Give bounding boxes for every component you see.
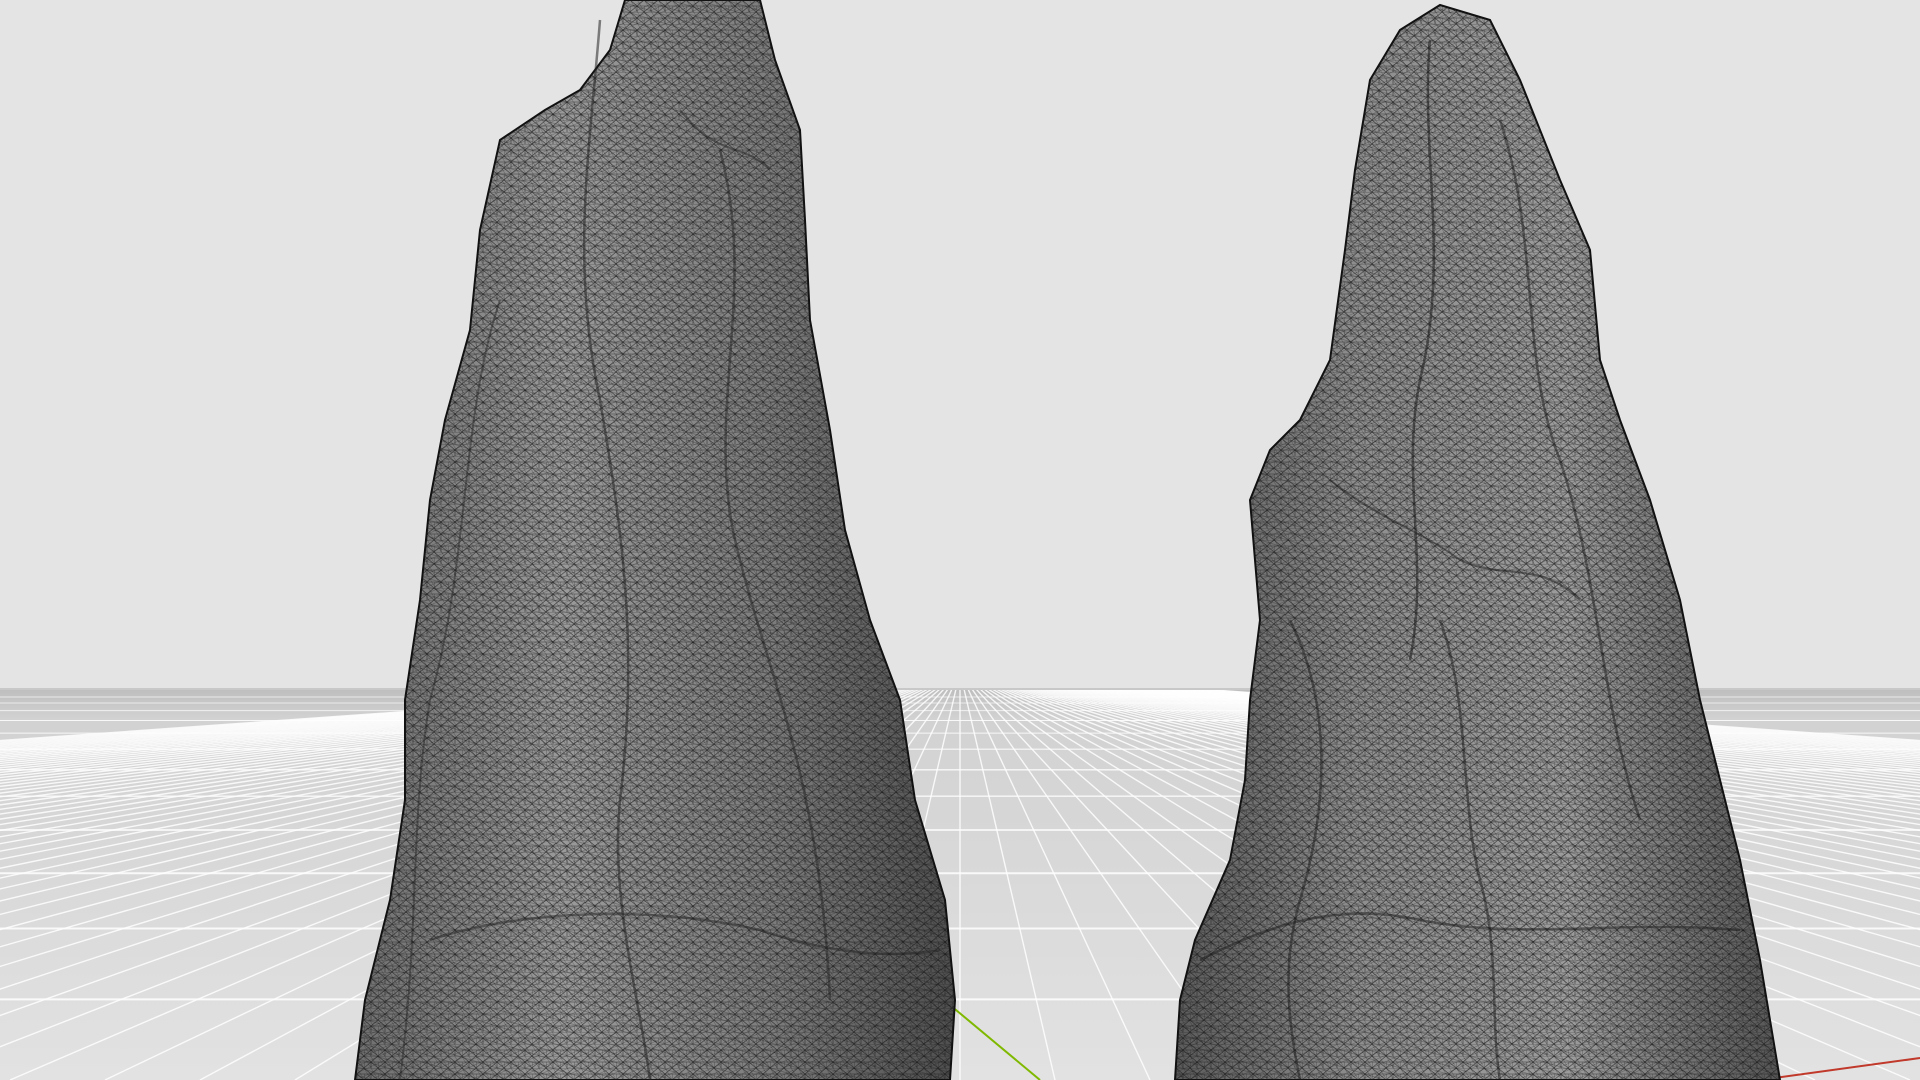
3d-viewport[interactable] — [0, 0, 1920, 1080]
viewport-scene[interactable] — [0, 0, 1920, 1080]
